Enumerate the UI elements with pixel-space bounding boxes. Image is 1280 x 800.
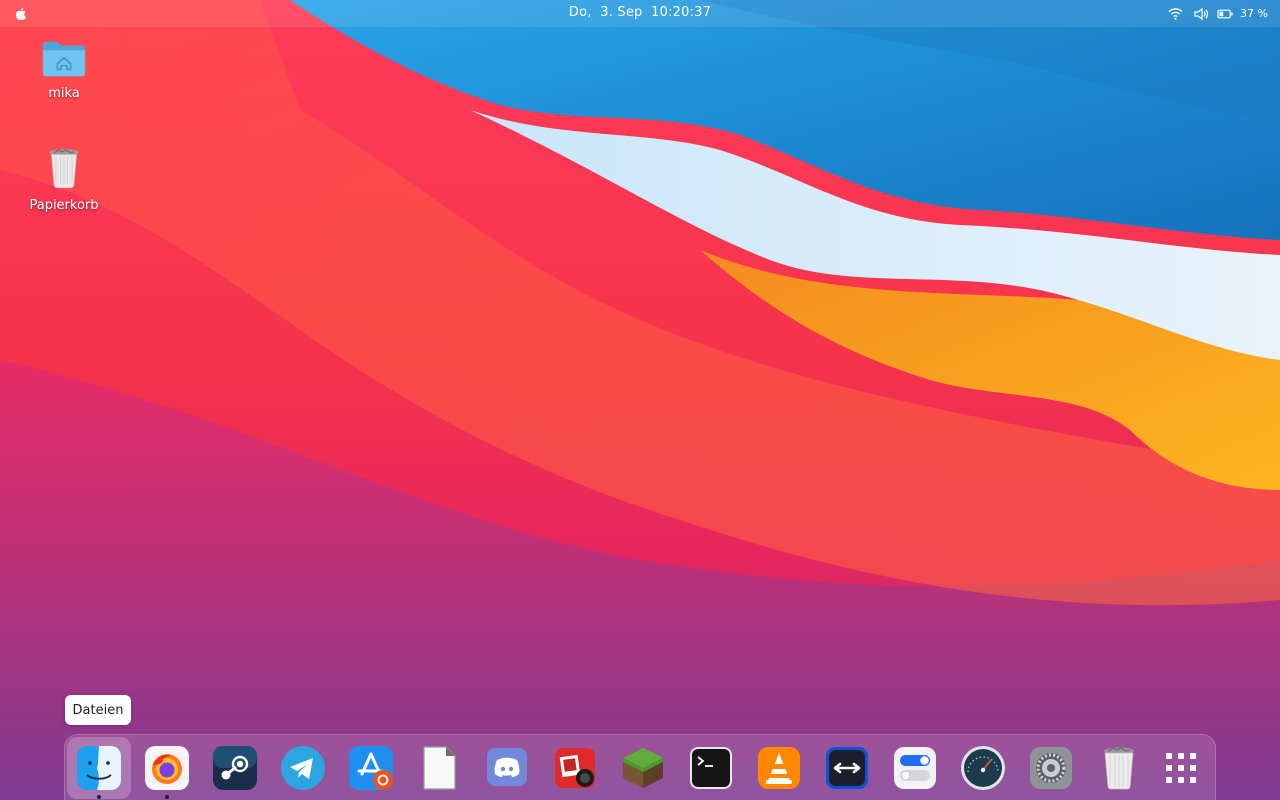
dock-item-terminal[interactable] bbox=[679, 737, 743, 799]
battery-icon[interactable] bbox=[1217, 5, 1234, 22]
home-folder-icon bbox=[41, 38, 87, 82]
dock bbox=[64, 734, 1216, 800]
dock-item-settings[interactable] bbox=[1019, 737, 1083, 799]
stacer-icon bbox=[961, 746, 1005, 790]
dock-item-tweaks[interactable] bbox=[883, 737, 947, 799]
dock-item-app-grid[interactable] bbox=[1149, 737, 1213, 799]
trash-icon bbox=[46, 146, 82, 194]
dock-item-finder[interactable] bbox=[67, 737, 131, 799]
dock-item-libreoffice[interactable] bbox=[407, 737, 471, 799]
top-bar: Do, 3. Sep 10:20:37 37 % bbox=[0, 0, 1280, 27]
dock-item-stacer[interactable] bbox=[951, 737, 1015, 799]
desktop-item-trash[interactable]: Papierkorb bbox=[19, 146, 109, 213]
app-store-icon bbox=[349, 746, 393, 790]
dock-item-minecraft[interactable] bbox=[611, 737, 675, 799]
photo-booth-icon bbox=[555, 748, 595, 788]
teamviewer-icon bbox=[826, 747, 868, 789]
system-tray: 37 % bbox=[1167, 0, 1268, 27]
battery-percentage[interactable]: 37 % bbox=[1240, 7, 1268, 20]
toggles-icon bbox=[894, 747, 936, 789]
dock-item-discord[interactable] bbox=[475, 737, 539, 799]
terminal-icon bbox=[690, 747, 732, 789]
clock[interactable]: Do, 3. Sep 10:20:37 bbox=[0, 5, 1280, 20]
dock-item-firefox[interactable] bbox=[135, 737, 199, 799]
minecraft-icon bbox=[623, 748, 663, 788]
discord-icon bbox=[487, 748, 527, 786]
document-icon bbox=[423, 746, 456, 790]
dock-item-app-store[interactable] bbox=[339, 737, 403, 799]
dock-tooltip: Dateien bbox=[65, 695, 131, 725]
dock-item-trash[interactable] bbox=[1087, 737, 1151, 799]
dock-item-teamviewer[interactable] bbox=[815, 737, 879, 799]
telegram-icon bbox=[281, 746, 325, 790]
desktop-wallpaper bbox=[0, 0, 1280, 800]
trash-icon bbox=[1104, 747, 1134, 790]
dock-item-steam[interactable] bbox=[203, 737, 267, 799]
volume-icon[interactable] bbox=[1192, 5, 1209, 22]
finder-icon bbox=[77, 746, 121, 790]
desktop-item-label: Papierkorb bbox=[29, 198, 99, 213]
dock-item-vlc[interactable] bbox=[747, 737, 811, 799]
running-indicator bbox=[97, 795, 101, 799]
dock-item-telegram[interactable] bbox=[271, 737, 335, 799]
running-indicator bbox=[165, 795, 169, 799]
wifi-icon[interactable] bbox=[1167, 5, 1184, 22]
dock-item-photo-booth[interactable] bbox=[543, 737, 607, 799]
settings-gear-icon bbox=[1030, 747, 1072, 789]
app-grid-icon bbox=[1166, 753, 1196, 783]
desktop-item-label: mika bbox=[48, 86, 80, 101]
firefox-icon bbox=[145, 746, 189, 790]
steam-icon bbox=[213, 746, 257, 790]
desktop-item-home[interactable]: mika bbox=[19, 38, 109, 101]
vlc-icon bbox=[758, 747, 800, 789]
